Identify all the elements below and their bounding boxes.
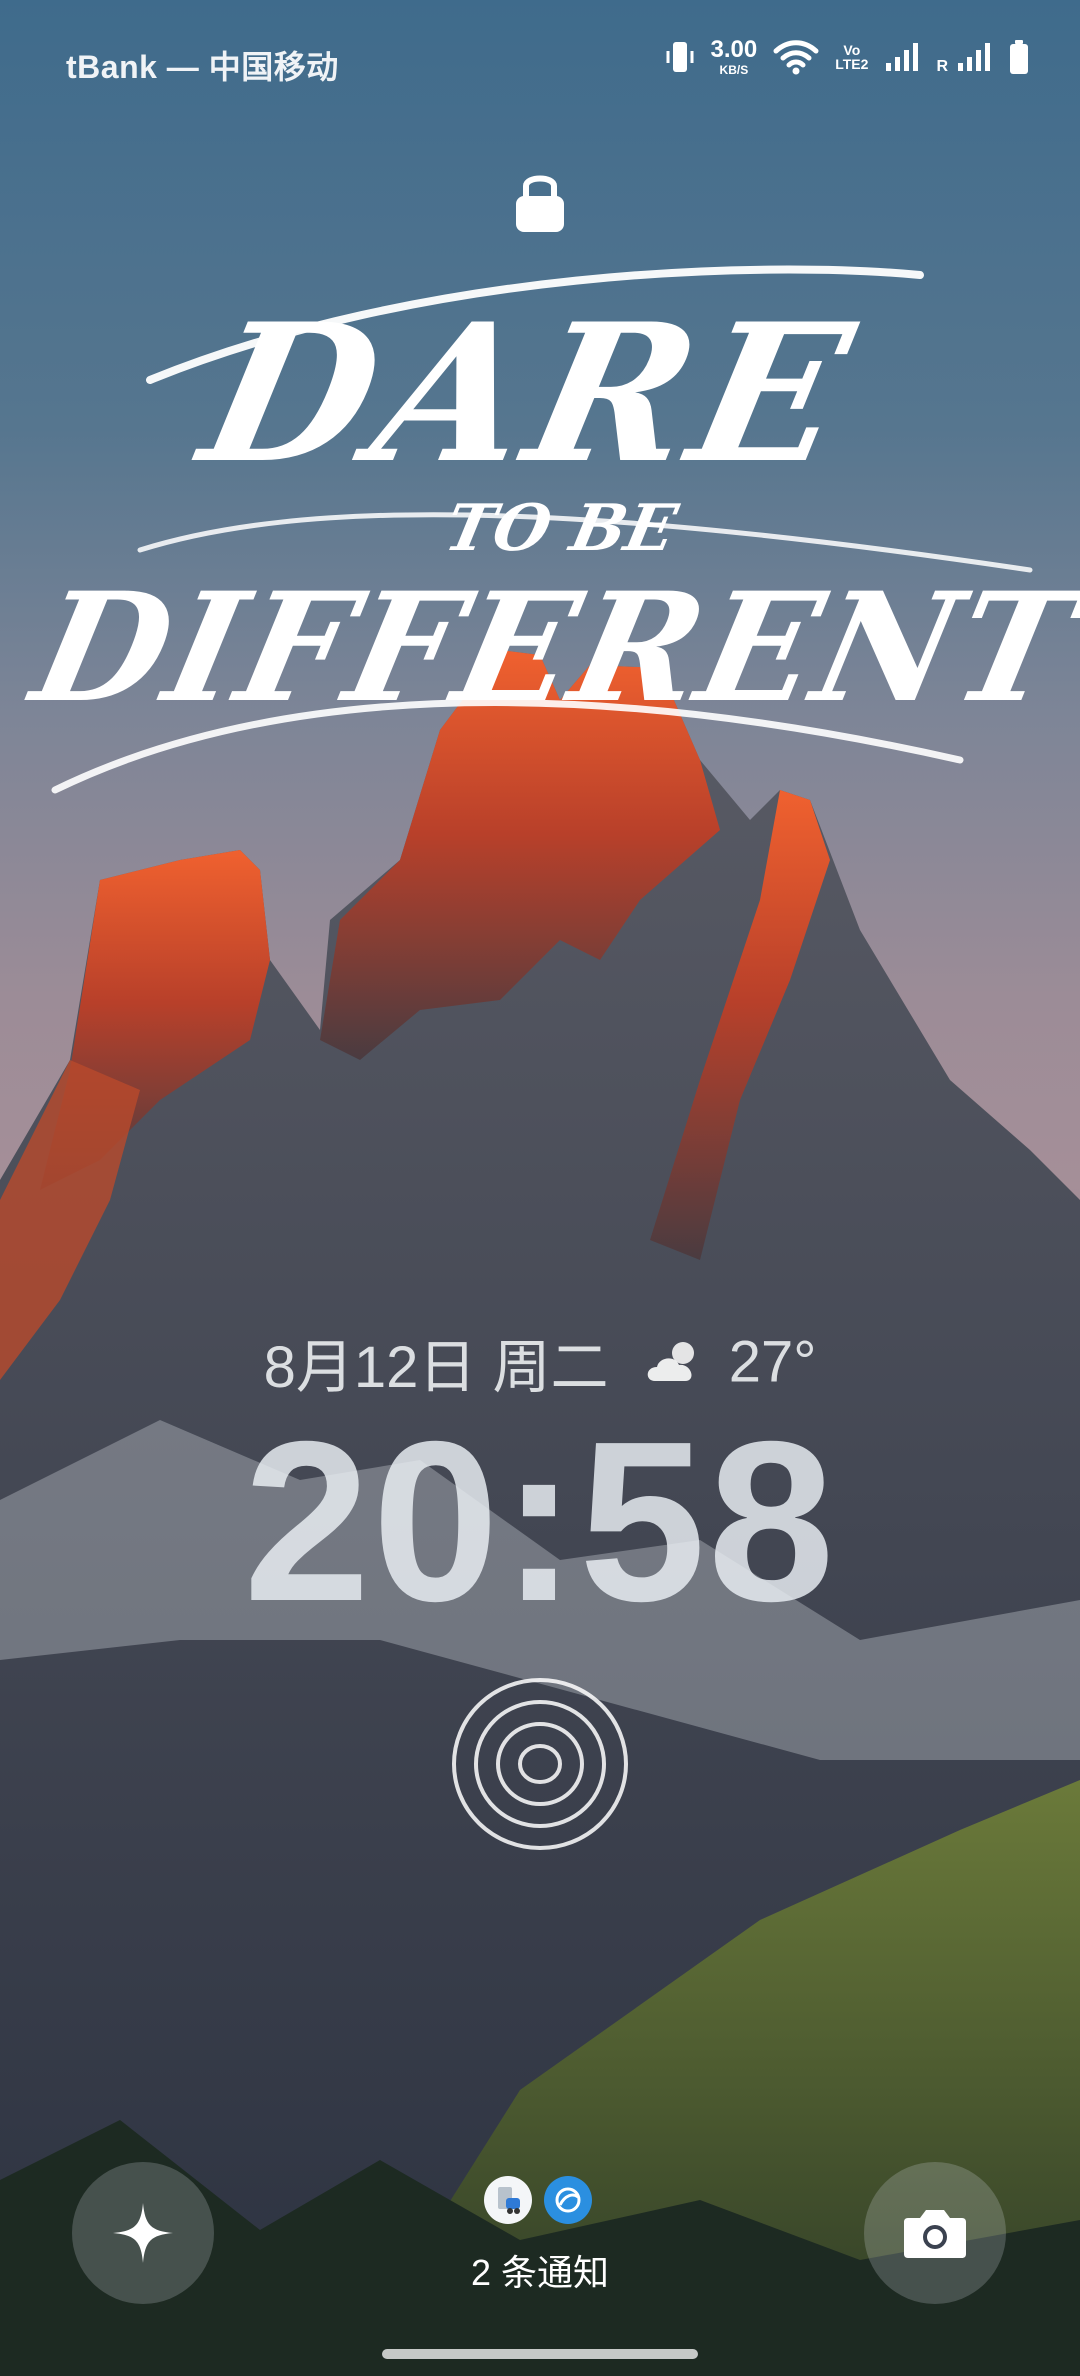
status-icons: 3.00 KB/S Vo LTE2 R — [665, 38, 1030, 76]
date-weather-line: 8月12日 周二 27° — [0, 1320, 1080, 1404]
signal-sim1-icon — [886, 43, 919, 71]
wifi-icon — [773, 40, 819, 75]
volte-bottom-label: LTE2 — [835, 56, 869, 72]
partly-cloudy-icon — [647, 1342, 694, 1381]
slogan-different: DIFFERENT — [16, 560, 1080, 736]
notification-count[interactable]: 2 条通知 — [0, 2244, 1080, 2296]
network-speed-unit: KB/S — [719, 63, 749, 77]
roaming-label: R — [936, 58, 948, 75]
swirl-icon — [555, 2187, 581, 2213]
network-speed: 3.00 KB/S — [710, 36, 758, 77]
temperature-label: 27° — [728, 1329, 817, 1395]
notification-app-icons[interactable] — [484, 2176, 592, 2224]
fingerprint-icon[interactable] — [450, 1672, 630, 1852]
lock-screen: DARE TO BE DIFFERENT tBank — 中国移动 3.00 K… — [0, 0, 1080, 2376]
wallpaper-slogan: DARE TO BE DIFFERENT — [16, 265, 1080, 794]
battery-icon — [1010, 40, 1028, 74]
home-indicator[interactable] — [382, 2349, 698, 2359]
browser-app-icon[interactable] — [544, 2176, 592, 2224]
carrier-label: tBank — 中国移动 — [66, 49, 339, 85]
signal-sim2-icon — [958, 43, 990, 71]
volte-icon: Vo LTE2 — [835, 43, 868, 71]
transit-app-icon[interactable] — [484, 2176, 532, 2224]
lock-icon — [516, 175, 564, 232]
network-speed-value: 3.00 — [710, 36, 758, 63]
vibrate-icon — [666, 42, 694, 72]
slogan-dare: DARE — [181, 283, 872, 506]
status-bar: tBank — 中国移动 3.00 KB/S Vo LTE2 R — [0, 0, 1080, 120]
volte-top-label: Vo — [843, 42, 861, 58]
slogan-to-be: TO BE — [439, 491, 685, 566]
date-label: 8月12日 周二 — [263, 1335, 609, 1400]
clock-time: 20:58 — [243, 1395, 837, 1649]
bus-icon — [498, 2187, 520, 2214]
